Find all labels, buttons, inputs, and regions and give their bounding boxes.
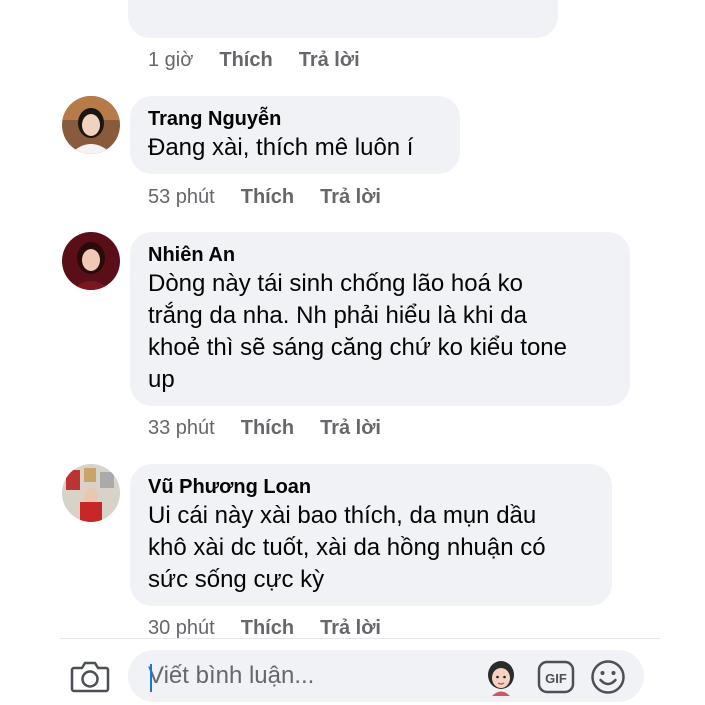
comment-input-placeholder[interactable]: Viết bình luận... (148, 662, 314, 690)
avatar[interactable] (62, 232, 120, 290)
comment-time: 33 phút (148, 417, 215, 439)
comment-thread: 1 giờ Thích Trả lời Trang Nguyễn Đang xà… (0, 0, 705, 640)
comment-bubble: Vũ Phương Loan Ui cái này xài bao thích,… (130, 464, 612, 606)
gif-label: GIF (545, 671, 567, 686)
comment-text-line: sức sống cực kỳ (148, 566, 325, 593)
like-button[interactable]: Thích (241, 416, 294, 440)
comment-text-line: up (148, 366, 175, 393)
reply-button[interactable]: Trả lời (299, 48, 360, 72)
avatar-sticker-icon[interactable] (484, 658, 518, 701)
comment-text-line: Dòng này tái sinh chống lão hoá ko (148, 270, 523, 297)
like-button[interactable]: Thích (241, 185, 294, 209)
comment-author[interactable]: Vũ Phương Loan (148, 474, 594, 500)
comment-text-line: Đang xài, thích mê luôn í (148, 134, 414, 161)
comment-time: 53 phút (148, 186, 215, 208)
comment-bubble-partial (128, 0, 558, 38)
comment-text-line: trắng da nha. Nh phải hiểu là khi da (148, 302, 527, 329)
comment-bubble: Trang Nguyễn Đang xài, thích mê luôn í (130, 96, 460, 174)
comment-meta: 30 phút Thích Trả lời (148, 616, 407, 640)
reply-button[interactable]: Trả lời (320, 616, 381, 640)
text-caret (150, 664, 152, 692)
comment-meta: 53 phút Thích Trả lời (148, 185, 407, 209)
comment-text-line: khô xài dc tuốt, xài da hồng nhuận có (148, 534, 546, 561)
avatar[interactable] (62, 464, 120, 522)
emoji-icon[interactable] (590, 659, 626, 700)
comment-bubble: Nhiên An Dòng này tái sinh chống lão hoá… (130, 232, 630, 406)
composer-divider (60, 638, 660, 639)
like-button[interactable]: Thích (219, 48, 272, 72)
comment-meta: 1 giờ Thích Trả lời (148, 48, 386, 72)
comment-text-line: Ui cái này xài bao thích, da mụn dầu (148, 502, 537, 529)
comment-author[interactable]: Trang Nguyễn (148, 106, 442, 132)
comment-time: 30 phút (148, 617, 215, 639)
comment-time: 1 giờ (148, 49, 194, 71)
reply-button[interactable]: Trả lời (320, 416, 381, 440)
comment-meta: 33 phút Thích Trả lời (148, 416, 407, 440)
avatar[interactable] (62, 96, 120, 154)
gif-icon[interactable]: GIF (537, 660, 575, 699)
comment-text-line: khoẻ thì sẽ sáng căng chứ ko kiểu tone (148, 334, 568, 361)
reply-button[interactable]: Trả lời (320, 185, 381, 209)
camera-icon[interactable] (70, 658, 110, 699)
like-button[interactable]: Thích (241, 616, 294, 640)
comment-author[interactable]: Nhiên An (148, 242, 612, 268)
